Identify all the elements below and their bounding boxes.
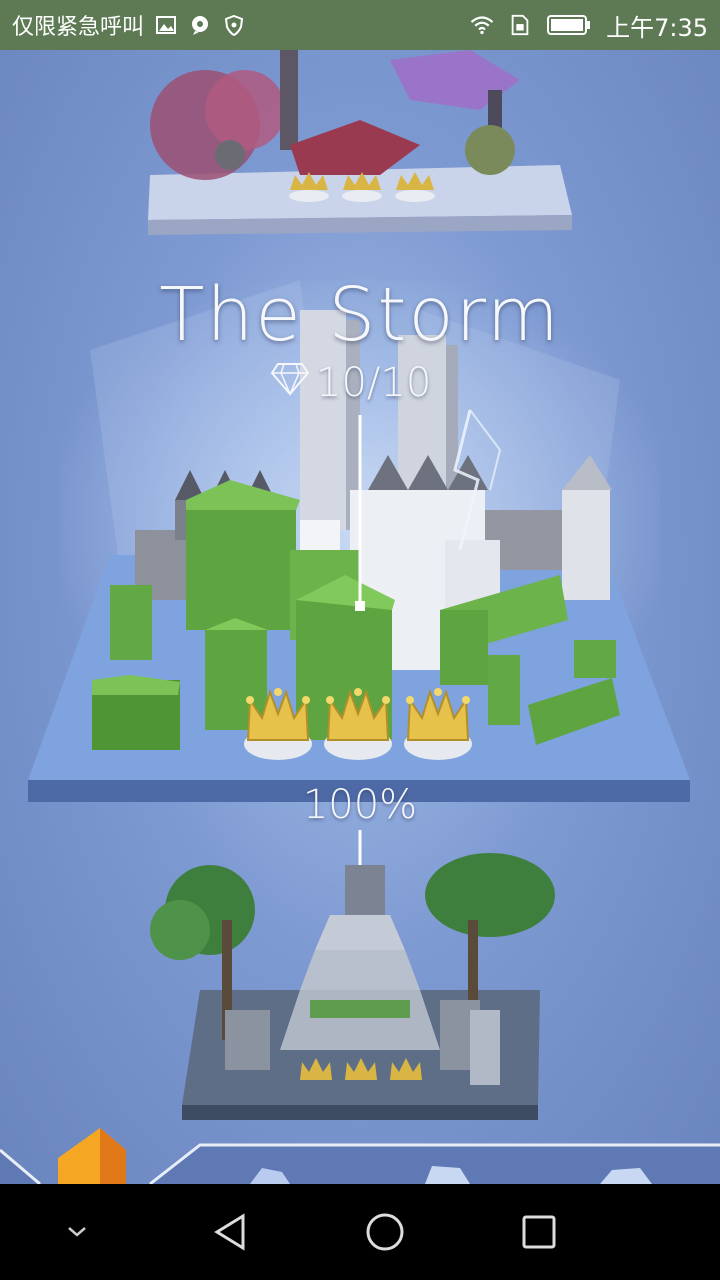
- level-tray[interactable]: [0, 1128, 720, 1184]
- nav-bar: [0, 1184, 720, 1280]
- island-next[interactable]: [150, 853, 555, 1120]
- carrier-label: 仅限紧急呼叫: [12, 15, 145, 40]
- recents-button[interactable]: [494, 1187, 584, 1277]
- wifi-icon: [470, 13, 494, 37]
- chevron-down-icon[interactable]: [32, 1187, 122, 1277]
- vpn-shield-icon: [222, 13, 246, 37]
- game-scene[interactable]: The Storm 10/10 100%: [0, 50, 720, 1184]
- level-map: [0, 50, 720, 1184]
- status-bar: 仅限紧急呼叫 上午7:35: [0, 0, 720, 50]
- gem-counter: 10/10: [270, 360, 431, 406]
- level-title: The Storm: [159, 272, 561, 358]
- island-previous[interactable]: [148, 50, 572, 235]
- gallery-icon: [154, 13, 178, 37]
- diamond-icon: [270, 360, 310, 406]
- progress-percent: 100%: [302, 782, 418, 828]
- chat-icon: [188, 13, 212, 37]
- back-button[interactable]: [186, 1187, 276, 1277]
- home-cube-icon[interactable]: [58, 1128, 126, 1184]
- clock: 上午7:35: [606, 13, 708, 42]
- sim-icon: [508, 13, 532, 37]
- home-button[interactable]: [340, 1187, 430, 1277]
- battery-icon: [546, 13, 592, 37]
- gem-count: 10/10: [316, 360, 432, 406]
- previous-crowns: [289, 172, 435, 202]
